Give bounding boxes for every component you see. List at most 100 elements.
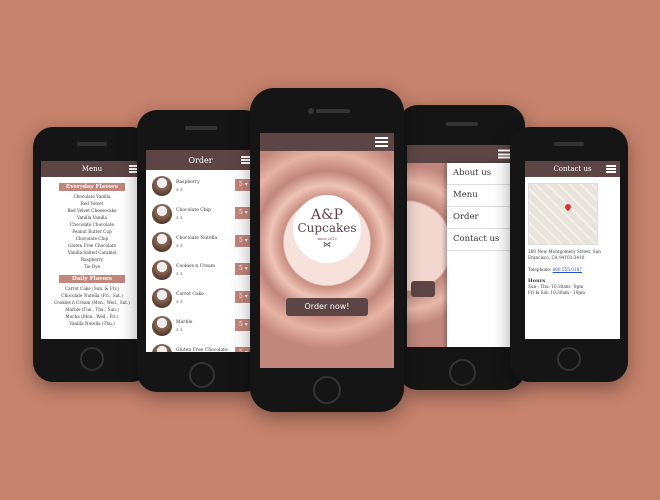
phone-nav: About us Menu Order Contact us <box>398 105 525 390</box>
home-screen: A&P Cupcakes since 2013 ⋈ Order now! <box>260 133 394 368</box>
menu-item: Vanilla Nutella (Thu.) <box>69 321 115 326</box>
camera <box>308 108 314 114</box>
map[interactable] <box>528 183 598 245</box>
menu-item: Gluten Free Chocolate <box>67 243 117 248</box>
nav-list: About us Menu Order Contact us <box>447 163 516 251</box>
order-item-price: $ 4 <box>176 243 183 248</box>
address: 280 New Montgomery Street, San Francisco… <box>528 249 601 260</box>
menu-item: Carrot Cake (Sun. & Fri.) <box>64 286 120 291</box>
home-button[interactable] <box>189 362 215 388</box>
nav-header <box>407 145 516 163</box>
speaker <box>554 142 584 146</box>
order-list: Raspberry $ 45 ▾ Chocolate Chip $ 45 ▾ Choco… <box>146 170 255 352</box>
menu-item: Red Velvet Cheesecake <box>67 208 117 213</box>
contact-header: Contact us <box>525 161 620 177</box>
daily-heading: Daily Flavors <box>59 275 125 283</box>
order-row: Chocolate Nutella $ 45 ▾ <box>146 229 255 257</box>
cupcake-image <box>152 288 172 308</box>
menu-item: Tie Dye <box>83 264 101 269</box>
phone-contact: Contact us 280 New Montgomery Street, Sa… <box>510 127 628 382</box>
contact-screen: Contact us 280 New Montgomery Street, Sa… <box>525 161 620 339</box>
menu-screen: Menu Everyday Flavors Chocolate Vanilla R… <box>41 161 143 339</box>
home-header <box>260 133 394 151</box>
hours-line-2: Fri & Sat: 10:30am - 10pm <box>528 290 586 295</box>
chevron-down-icon: ▾ <box>242 293 248 300</box>
nav-drawer: About us Menu Order Contact us <box>447 163 516 347</box>
phone-order: Order Raspberry $ 45 ▾ Chocolate Chip $ 45 … <box>137 110 264 392</box>
menu-item: Vanilla Vanilla <box>76 215 108 220</box>
nav-item[interactable]: Contact us <box>447 229 516 251</box>
menu-item: Marble (Tue., Thu., Sun.) <box>65 307 119 312</box>
everyday-heading: Everyday Flavors <box>59 183 125 191</box>
order-item-price: $ 4 <box>176 187 183 192</box>
speaker <box>77 142 107 146</box>
speaker <box>316 109 350 113</box>
order-row: Raspberry $ 45 ▾ <box>146 173 255 201</box>
everyday-list: Chocolate Vanilla Red Velvet Red Velvet Ch… <box>41 193 143 270</box>
order-row: Chocolate Chip $ 45 ▾ <box>146 201 255 229</box>
menu-item: Chocolate Vanilla <box>73 194 111 199</box>
home-button[interactable] <box>313 376 341 404</box>
chevron-down-icon: ▾ <box>243 349 248 352</box>
nav-item[interactable]: Menu <box>447 185 516 207</box>
order-item-name: Chocolate Nutella <box>176 236 218 241</box>
order-item-name: Raspberry <box>176 180 200 185</box>
speaker <box>185 126 217 130</box>
menu-item: Chocolate Chip <box>75 236 109 241</box>
cupcake-image <box>152 232 172 252</box>
cupcake-image <box>152 316 172 336</box>
menu-item: Raspberry <box>80 257 104 262</box>
speaker <box>446 122 478 126</box>
bow-icon: ⋈ <box>323 240 331 249</box>
cupcake-image <box>152 176 172 196</box>
menu-item: Cookies n Cream (Mon., Wed., Sat.) <box>54 300 130 305</box>
chevron-down-icon: ▾ <box>242 321 248 328</box>
cupcake-image <box>152 204 172 224</box>
telephone-label: Telephone: <box>528 267 552 272</box>
menu-header: Menu <box>41 161 143 177</box>
nav-item[interactable]: Order <box>447 207 516 229</box>
hamburger-icon[interactable] <box>498 149 510 159</box>
logo-line2: Cupcakes <box>297 221 357 235</box>
hamburger-icon[interactable] <box>606 165 616 173</box>
menu-item: Chocolate Chocolate <box>70 222 114 227</box>
daily-list: Carrot Cake (Sun. & Fri.) Chocolate Nutel… <box>41 285 143 327</box>
order-item-name: Marble <box>176 320 193 325</box>
order-row: Marble $ 45 ▾ <box>146 313 255 341</box>
order-item-price: $ 4 <box>176 271 183 276</box>
order-title: Order <box>188 155 213 165</box>
order-item-price: $ 4 <box>176 327 183 332</box>
order-row: Cookies n Cream $ 45 ▾ <box>146 257 255 285</box>
order-item-name: Gluten Free Chocolate <box>176 348 228 352</box>
menu-item: Peanut Butter Cup <box>72 229 112 234</box>
menu-item: Mocha (Mon., Wed., Fri.) <box>65 314 119 319</box>
contact-title: Contact us <box>553 165 592 173</box>
menu-item: Vanilla Salted Caramel <box>67 250 117 255</box>
chevron-down-icon: ▾ <box>242 181 248 188</box>
chevron-down-icon: ▾ <box>242 209 248 216</box>
phone-home: A&P Cupcakes since 2013 ⋈ Order now! <box>250 88 404 412</box>
home-button[interactable] <box>449 359 476 386</box>
order-item-name: Cookies n Cream <box>176 264 215 269</box>
menu-item: Chocolate Nutella (Fri., Sat.) <box>61 293 123 298</box>
hamburger-icon[interactable] <box>375 137 388 147</box>
order-item-price: $ 4 <box>176 215 183 220</box>
order-header: Order <box>146 150 255 170</box>
nav-item[interactable]: About us <box>447 163 516 185</box>
menu-item: Red Velvet <box>80 201 104 206</box>
home-button[interactable] <box>80 347 104 371</box>
telephone-link[interactable]: 800.555.0187 <box>553 267 582 272</box>
order-row: Carrot Cake $ 45 ▾ <box>146 285 255 313</box>
logo-line1: A&P <box>311 207 343 223</box>
chevron-down-icon: ▾ <box>242 237 248 244</box>
map-pin-icon <box>563 202 573 212</box>
home-button[interactable] <box>557 347 581 371</box>
order-item-name: Chocolate Chip <box>176 208 211 213</box>
cupcake-image <box>152 260 172 280</box>
nav-screen: About us Menu Order Contact us <box>407 145 516 347</box>
chevron-down-icon: ▾ <box>242 265 248 272</box>
order-now-button[interactable]: Order now! <box>286 298 368 316</box>
order-item-price: $ 4 <box>176 299 183 304</box>
order-row: Gluten Free Chocolate5 ▾ <box>146 341 255 352</box>
cupcake-image <box>152 344 172 352</box>
